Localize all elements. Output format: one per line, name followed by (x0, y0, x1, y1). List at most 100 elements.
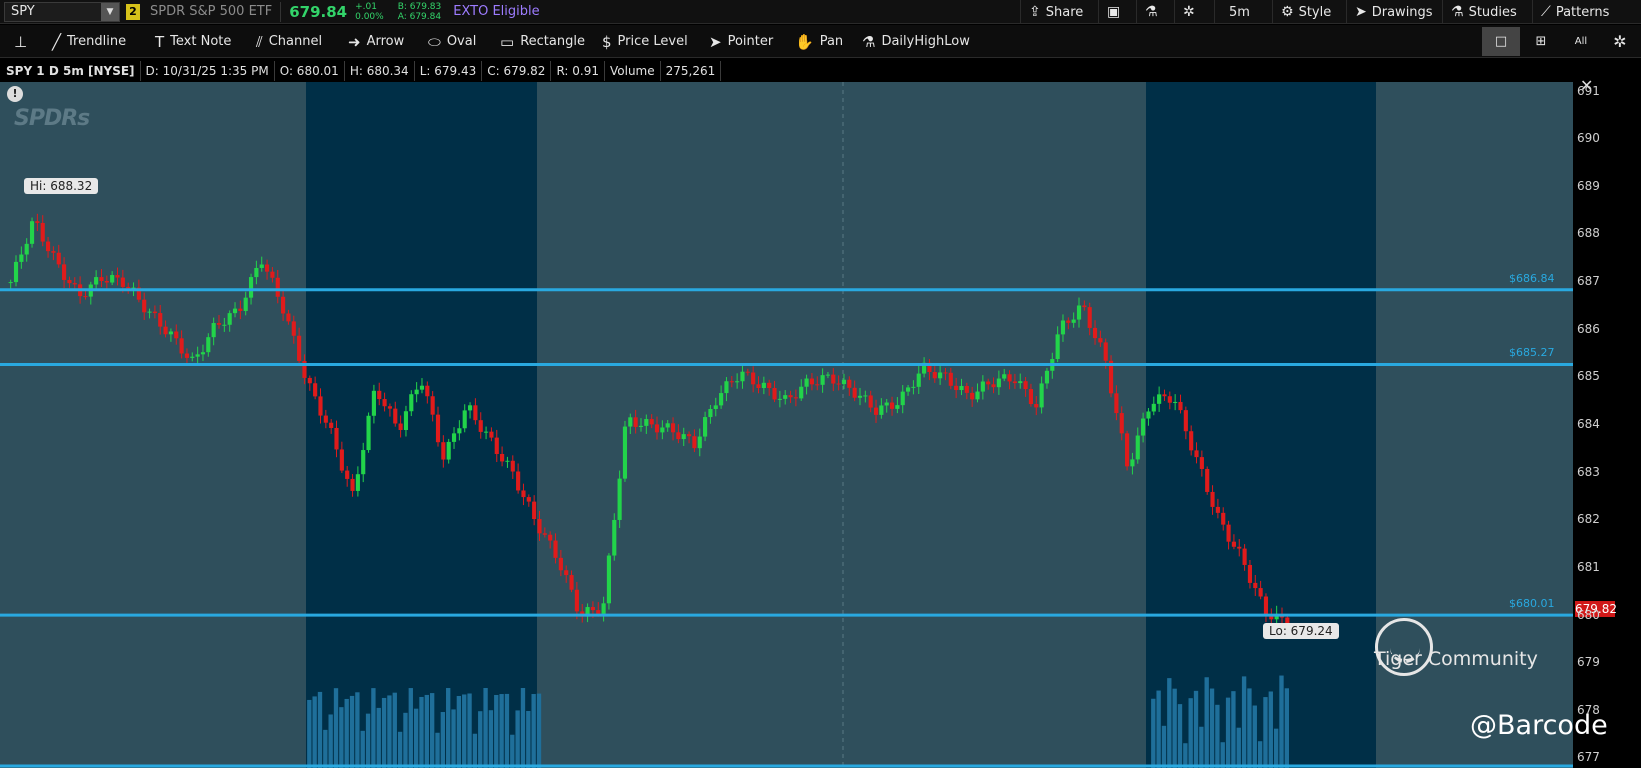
candle-body (564, 570, 569, 576)
last-price: 679.84 (289, 2, 348, 21)
candle-body (825, 374, 831, 376)
timeframe-button[interactable]: 5m (1214, 0, 1262, 24)
net-change-abs: +.01 (355, 1, 377, 12)
net-change: +.01 0.00% (355, 2, 384, 22)
tool-pan[interactable]: ✋ Pan (795, 25, 843, 58)
y-tick-label: 680 (1577, 607, 1600, 622)
share-button[interactable]: ⇪ Share (1020, 0, 1096, 24)
candle-body (804, 378, 809, 387)
candle-body (622, 426, 628, 479)
single-layout-button[interactable]: □ (1482, 27, 1520, 56)
candle-body (382, 399, 387, 407)
candle-body (542, 533, 547, 535)
volume-bar (488, 710, 494, 768)
candle-body (1183, 410, 1188, 432)
volume-bar (429, 693, 435, 768)
candle-body (516, 471, 521, 491)
patterns-button[interactable]: ⟋ Patterns (1532, 0, 1638, 24)
candle-body (83, 296, 88, 298)
price-chart[interactable]: ! SPDRs Hi: 688.32 Lo: 679.24 679.82 ✕ T… (0, 76, 1641, 768)
chart-plot-area[interactable] (0, 82, 1573, 768)
tool-rectangle[interactable]: ▭ Rectangle (500, 25, 585, 58)
chart-settings-button[interactable]: ✲ (1601, 27, 1639, 56)
studies-button[interactable]: ⚗ Studies (1442, 0, 1530, 24)
style-button[interactable]: ⚙ Style (1272, 0, 1346, 24)
bar-close: C: 679.82 (482, 61, 552, 81)
candle-body (1039, 383, 1044, 408)
tool-price-level[interactable]: $ Price Level (602, 25, 688, 58)
pin-button[interactable]: ⊥ (14, 25, 27, 58)
volume-bar (317, 691, 323, 768)
volume-bar (1193, 690, 1199, 768)
candle-body (537, 519, 542, 534)
divider (280, 1, 282, 22)
candle-body (29, 221, 35, 244)
alert-icon[interactable]: ! (7, 86, 23, 102)
low-callout: Lo: 679.24 (1263, 623, 1339, 639)
candle-body (948, 372, 953, 386)
candle-body (996, 378, 1001, 388)
tool-pointer[interactable]: ➤ Pointer (709, 25, 773, 58)
settings-button[interactable]: ✲ (1174, 0, 1212, 24)
symbol-description: SPDR S&P 500 ETF (150, 4, 273, 19)
candle-body (419, 385, 425, 390)
volume-bar (376, 707, 381, 768)
candle-body (147, 311, 152, 313)
candle-body (1044, 370, 1050, 384)
tool-arrow[interactable]: ➜ Arrow (348, 25, 404, 58)
quote-info-strip: SPY 1 D 5m [NYSE] D: 10/31/25 1:35 PM O:… (0, 60, 722, 82)
volume-bar (483, 688, 488, 768)
grid-layout-button[interactable]: ⊞ (1522, 27, 1560, 56)
candle-body (991, 384, 996, 388)
candle-body (24, 243, 29, 255)
candle-body (1098, 338, 1103, 343)
volume-bar (536, 693, 542, 768)
flask-button[interactable]: ⚗ (1136, 0, 1172, 24)
all-button[interactable]: All (1562, 27, 1600, 56)
y-tick-label: 691 (1577, 83, 1600, 98)
drawings-button[interactable]: ➤ Drawings (1346, 0, 1440, 24)
candle-body (1028, 389, 1033, 405)
candle-body (569, 575, 574, 590)
candle-body (387, 406, 392, 409)
candle-body (703, 417, 708, 437)
candle-body (692, 436, 697, 449)
news-button[interactable]: ▣ (1098, 0, 1134, 24)
candle-body (841, 379, 847, 385)
candle-body (793, 397, 798, 399)
tool-label: Oval (446, 34, 477, 49)
candle-body (986, 381, 991, 385)
candle-body (558, 557, 563, 571)
candle-body (206, 337, 211, 353)
volume-bar (1172, 688, 1177, 768)
chevron-down-icon[interactable]: ▼ (101, 2, 119, 21)
volume-bar (1167, 678, 1172, 768)
volume-value: 275,261 (660, 61, 722, 81)
candle-body (158, 313, 163, 327)
tool-daily-high-low[interactable]: ⚗ DailyHighLow (862, 25, 970, 58)
tool-channel[interactable]: ⫽ Channel (256, 25, 322, 58)
candle-body (1210, 491, 1215, 507)
candle-body (697, 436, 702, 449)
tool-text-note[interactable]: T Text Note (155, 25, 231, 58)
candle-body (1194, 450, 1199, 458)
candle-body (751, 372, 756, 385)
symbol-input[interactable]: SPY ▼ (4, 1, 120, 22)
exto-eligible[interactable]: EXTO Eligible (453, 4, 539, 19)
volume-bar (1188, 698, 1193, 768)
candle-body (906, 387, 911, 392)
candle-body (606, 555, 612, 604)
candle-body (184, 353, 190, 358)
symbol-value[interactable]: SPY (11, 4, 35, 19)
candle-body (633, 417, 638, 427)
ask-value: A: 679.84 (397, 11, 442, 22)
flask-icon: ⚗ (1145, 4, 1158, 20)
candle-body (270, 271, 275, 278)
tool-oval[interactable]: ⬭ Oval (428, 25, 476, 58)
tool-trendline[interactable]: ╱ Trendline (52, 25, 126, 58)
candle-body (1231, 541, 1236, 547)
link-group-badge[interactable]: 2 (126, 3, 140, 20)
candle-body (227, 313, 232, 325)
candle-body (323, 415, 328, 423)
candle-body (355, 474, 360, 491)
